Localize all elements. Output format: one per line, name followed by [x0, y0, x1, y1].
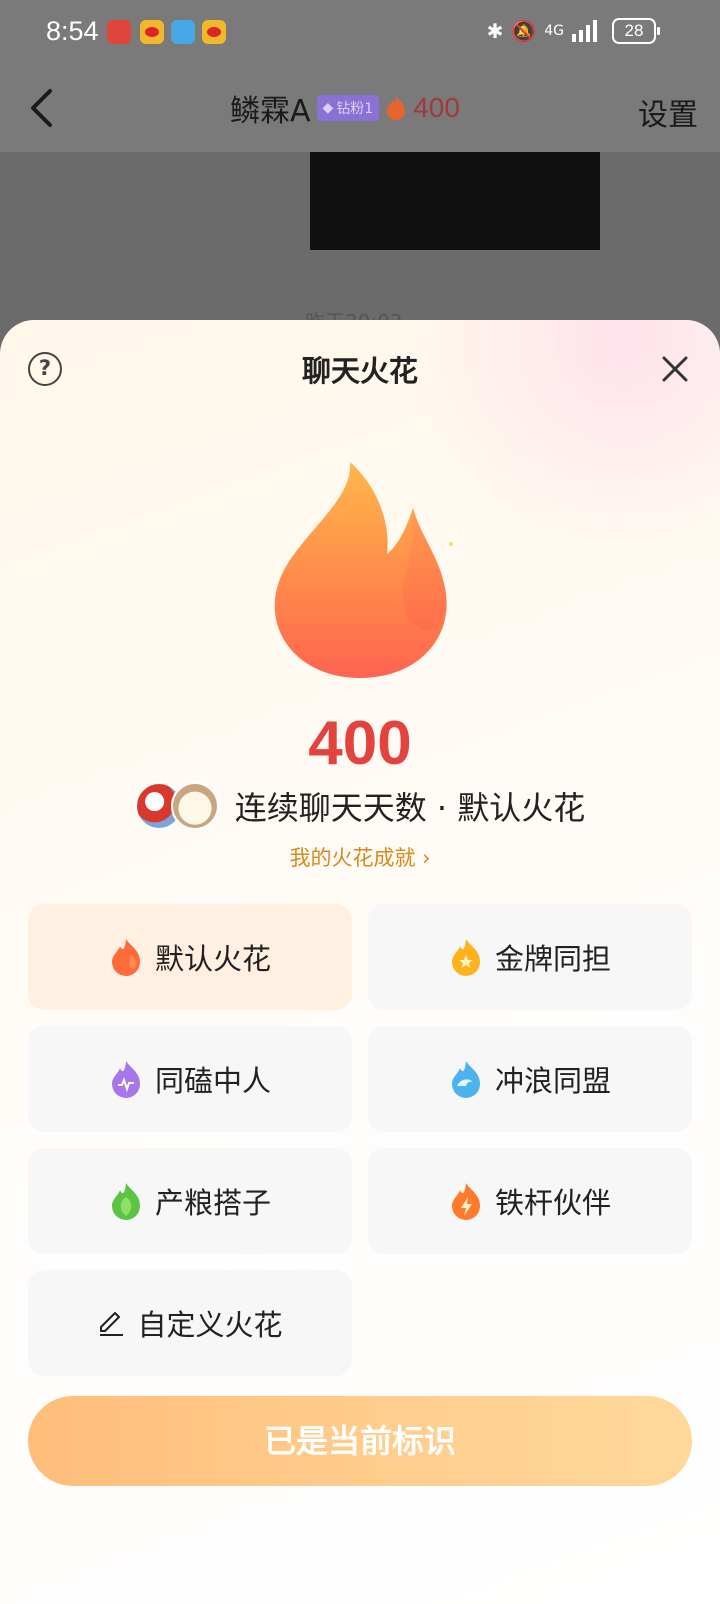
- header-spark-count: 400: [413, 92, 460, 123]
- achievement-link[interactable]: 我的火花成就 ›: [0, 842, 720, 872]
- signal-icon: [572, 20, 597, 42]
- chat-header: 鳞霖A ◆ 钻粉1 400 设置: [0, 66, 720, 152]
- spark-flame-icon: [387, 96, 406, 120]
- lightning-flame-icon: [451, 1183, 480, 1220]
- streak-row: 连续聊天天数 · 默认火花: [0, 780, 720, 832]
- option-label: 自定义火花: [137, 1308, 283, 1342]
- option-custom-spark[interactable]: 自定义火花: [28, 1270, 352, 1376]
- option-label: 冲浪同盟: [494, 1064, 611, 1098]
- status-bar: 8:54 ✱ 🔕 4G 28: [0, 0, 720, 66]
- option-label: 金牌同担: [494, 942, 611, 976]
- chat-spark-sheet: ? 聊天火花 400 连续聊天天数 · 默认火花 我的火花成就 › 默认火花 金…: [0, 320, 720, 1604]
- mute-bell-icon: 🔕: [511, 19, 537, 43]
- battery-icon: 28: [612, 18, 660, 44]
- achievement-link-label: 我的火花成就: [289, 846, 416, 870]
- option-default-spark[interactable]: 默认火花: [28, 904, 352, 1010]
- avatar: [170, 782, 219, 830]
- option-same-ship[interactable]: 同磕中人: [28, 1026, 352, 1132]
- orange-flame-icon: [111, 939, 140, 976]
- option-label: 铁杆伙伴: [494, 1186, 611, 1220]
- option-loyal-partner[interactable]: 铁杆伙伴: [368, 1148, 692, 1254]
- sheet-title: 聊天火花: [301, 354, 418, 388]
- chat-image-message[interactable]: [310, 152, 600, 250]
- chevron-right-icon: ›: [422, 846, 431, 870]
- notification-app-icon: [171, 20, 195, 44]
- pencil-icon: [100, 1312, 124, 1336]
- avatar-pair: [134, 780, 225, 832]
- spark-count: 400: [308, 709, 412, 778]
- system-icons: ✱ 🔕 4G: [487, 19, 600, 43]
- option-gold-medal[interactable]: 金牌同担: [368, 904, 692, 1010]
- settings-link[interactable]: 设置: [638, 90, 698, 134]
- blue-wave-flame-icon: [451, 1061, 480, 1098]
- weibo-notification-icon: [140, 20, 164, 44]
- option-label: 同磕中人: [154, 1064, 271, 1098]
- chat-partner-name: 鳞霖A: [230, 94, 311, 129]
- green-leaf-flame-icon: [111, 1183, 140, 1220]
- back-arrow-icon[interactable]: [28, 88, 54, 128]
- fan-badge-label: 钻粉1: [336, 101, 374, 117]
- option-surf-alliance[interactable]: 冲浪同盟: [368, 1026, 692, 1132]
- option-label: 默认火花: [154, 942, 271, 976]
- streak-label: 连续聊天天数 · 默认火花: [234, 789, 586, 827]
- current-identifier-button[interactable]: 已是当前标识: [28, 1396, 692, 1486]
- clock: 8:54: [46, 16, 99, 46]
- option-label: 产粮搭子: [154, 1186, 271, 1220]
- diamond-icon: ◆: [322, 100, 334, 116]
- fan-level-badge: ◆ 钻粉1: [316, 95, 380, 121]
- network-label: 4G: [544, 23, 564, 39]
- close-icon[interactable]: [660, 354, 690, 384]
- purple-flame-icon: [111, 1061, 140, 1098]
- option-content-buddy[interactable]: 产粮搭子: [28, 1148, 352, 1254]
- large-flame-icon: [274, 462, 453, 678]
- gold-star-flame-icon: [451, 939, 480, 976]
- bluetooth-icon: ✱: [486, 19, 504, 43]
- notification-app-icon: [107, 20, 131, 44]
- weibo-notification-icon: [202, 20, 226, 44]
- chat-title-group: 鳞霖A ◆ 钻粉1 400: [230, 86, 460, 130]
